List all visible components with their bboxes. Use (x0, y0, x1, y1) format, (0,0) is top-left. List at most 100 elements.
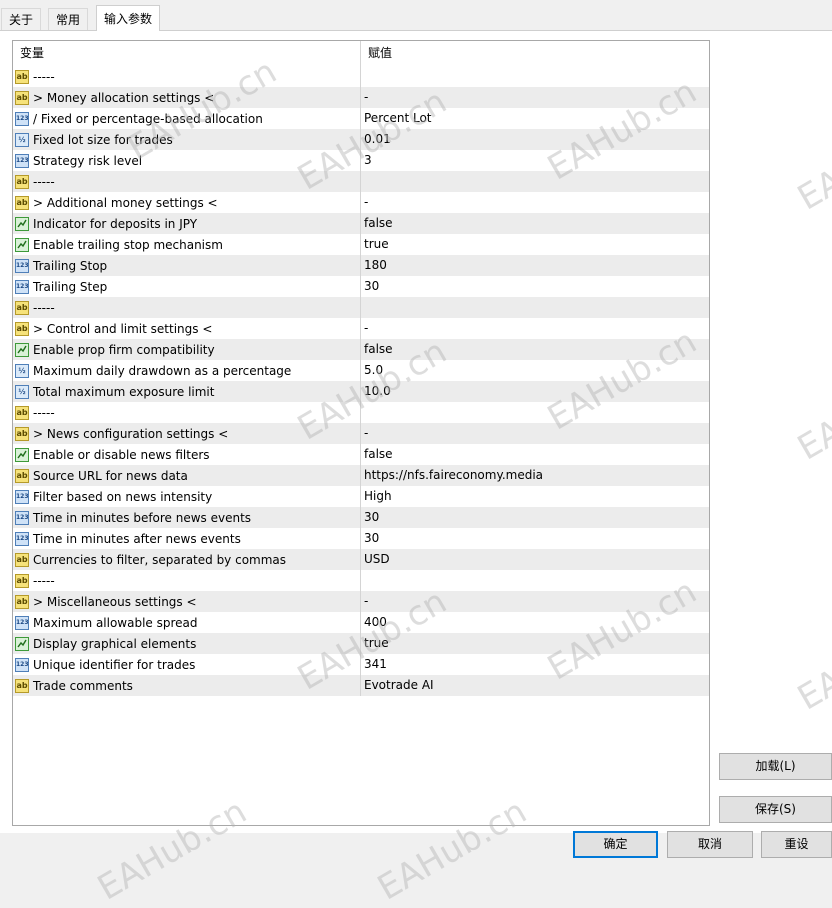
table-row[interactable]: 123 Trailing Stop 180 (13, 255, 709, 276)
value-cell[interactable]: 400 (361, 612, 709, 633)
value-cell[interactable] (361, 66, 709, 87)
tab-common[interactable]: 常用 (48, 8, 89, 30)
value-cell[interactable]: - (361, 192, 709, 213)
boolean-type-icon (15, 216, 29, 231)
table-row[interactable]: Indicator for deposits in JPY false (13, 213, 709, 234)
load-button[interactable]: 加载(L) (719, 753, 832, 780)
value-cell[interactable]: false (361, 339, 709, 360)
value-cell[interactable]: 5.0 (361, 360, 709, 381)
table-row[interactable]: ab ----- (13, 402, 709, 423)
variable-cell: 123 Time in minutes before news events (13, 507, 361, 528)
table-row[interactable]: 123 Maximum allowable spread 400 (13, 612, 709, 633)
table-row[interactable]: ab > Additional money settings < - (13, 192, 709, 213)
table-row[interactable]: ½ Fixed lot size for trades 0.01 (13, 129, 709, 150)
value-cell[interactable]: 180 (361, 255, 709, 276)
integer-type-icon: 123 (15, 279, 29, 294)
text-type-icon: ab (15, 594, 29, 609)
table-row[interactable]: Enable prop firm compatibility false (13, 339, 709, 360)
variable-cell: Display graphical elements (13, 633, 361, 654)
table-row[interactable]: Display graphical elements true (13, 633, 709, 654)
table-row[interactable]: 123 Filter based on news intensity High (13, 486, 709, 507)
value-cell[interactable] (361, 402, 709, 423)
value-cell[interactable]: - (361, 87, 709, 108)
text-type-icon: ab (15, 468, 29, 483)
table-row[interactable]: ab Source URL for news data https://nfs.fa… (13, 465, 709, 486)
table-row[interactable]: ab ----- (13, 297, 709, 318)
tab-about[interactable]: 关于 (1, 8, 42, 30)
value-cell[interactable]: 341 (361, 654, 709, 675)
double-type-icon: ½ (15, 132, 29, 147)
value-cell[interactable]: true (361, 633, 709, 654)
variable-name: ----- (33, 174, 55, 189)
cancel-button[interactable]: 取消 (667, 831, 753, 858)
table-row[interactable]: Enable or disable news filters false (13, 444, 709, 465)
variable-name: Enable trailing stop mechanism (33, 237, 223, 252)
table-row[interactable]: ab Trade comments Evotrade AI (13, 675, 709, 696)
save-button[interactable]: 保存(S) (719, 796, 832, 823)
variable-name: ----- (33, 300, 55, 315)
value-cell[interactable]: 30 (361, 276, 709, 297)
value-cell[interactable]: true (361, 234, 709, 255)
value-cell[interactable]: Percent Lot (361, 108, 709, 129)
table-row[interactable]: 123 Trailing Step 30 (13, 276, 709, 297)
table-row[interactable]: ab > News configuration settings < - (13, 423, 709, 444)
value-cell[interactable]: Evotrade AI (361, 675, 709, 696)
value-cell[interactable]: https://nfs.faireconomy.media (361, 465, 709, 486)
value-cell[interactable] (361, 570, 709, 591)
tab-input-parameters[interactable]: 输入参数 (96, 5, 161, 31)
value-cell[interactable] (361, 171, 709, 192)
variable-cell: ab > Money allocation settings < (13, 87, 361, 108)
integer-type-icon: 123 (15, 615, 29, 630)
variable-cell: ab Source URL for news data (13, 465, 361, 486)
value-cell[interactable]: High (361, 486, 709, 507)
double-type-icon: ½ (15, 384, 29, 399)
table-row[interactable]: ab ----- (13, 171, 709, 192)
variable-cell: ½ Fixed lot size for trades (13, 129, 361, 150)
value-cell[interactable]: 3 (361, 150, 709, 171)
value-cell[interactable]: 30 (361, 528, 709, 549)
table-row[interactable]: ab > Money allocation settings < - (13, 87, 709, 108)
variable-name: Trailing Step (33, 279, 108, 294)
table-row[interactable]: ab Currencies to filter, separated by com… (13, 549, 709, 570)
table-row[interactable]: 123 Time in minutes before news events 30 (13, 507, 709, 528)
value-cell[interactable]: 10.0 (361, 381, 709, 402)
reset-button[interactable]: 重设 (761, 831, 832, 858)
value-cell[interactable]: USD (361, 549, 709, 570)
variable-cell: 123 Trailing Stop (13, 255, 361, 276)
table-row[interactable]: ½ Total maximum exposure limit 10.0 (13, 381, 709, 402)
variable-name: ----- (33, 405, 55, 420)
boolean-type-icon (15, 447, 29, 462)
variable-cell: Enable prop firm compatibility (13, 339, 361, 360)
variable-name: Indicator for deposits in JPY (33, 216, 198, 231)
variable-cell: ab ----- (13, 570, 361, 591)
variable-cell: ½ Maximum daily drawdown as a percentage (13, 360, 361, 381)
column-header-value[interactable]: 赋值 (361, 41, 709, 66)
table-row[interactable]: 123 Time in minutes after news events 30 (13, 528, 709, 549)
variable-name: ----- (33, 573, 55, 588)
value-cell[interactable]: - (361, 423, 709, 444)
integer-type-icon: 123 (15, 111, 29, 126)
variable-name: Strategy risk level (33, 153, 143, 168)
table-row[interactable]: ab ----- (13, 570, 709, 591)
value-cell[interactable]: - (361, 591, 709, 612)
text-type-icon: ab (15, 321, 29, 336)
value-cell[interactable]: 30 (361, 507, 709, 528)
value-cell[interactable]: - (361, 318, 709, 339)
column-header-variable[interactable]: 变量 (13, 41, 361, 66)
table-row[interactable]: 123 Strategy risk level 3 (13, 150, 709, 171)
variable-cell: ab ----- (13, 66, 361, 87)
table-row[interactable]: ½ Maximum daily drawdown as a percentage 5… (13, 360, 709, 381)
value-cell[interactable]: false (361, 213, 709, 234)
table-row[interactable]: ab ----- (13, 66, 709, 87)
table-row[interactable]: 123 / Fixed or percentage-based allocatio… (13, 108, 709, 129)
table-row[interactable]: ab > Control and limit settings < - (13, 318, 709, 339)
value-cell[interactable]: 0.01 (361, 129, 709, 150)
integer-type-icon: 123 (15, 153, 29, 168)
ok-button[interactable]: 确定 (573, 831, 658, 858)
text-type-icon: ab (15, 195, 29, 210)
table-row[interactable]: Enable trailing stop mechanism true (13, 234, 709, 255)
table-row[interactable]: 123 Unique identifier for trades 341 (13, 654, 709, 675)
value-cell[interactable] (361, 297, 709, 318)
table-row[interactable]: ab > Miscellaneous settings < - (13, 591, 709, 612)
value-cell[interactable]: false (361, 444, 709, 465)
